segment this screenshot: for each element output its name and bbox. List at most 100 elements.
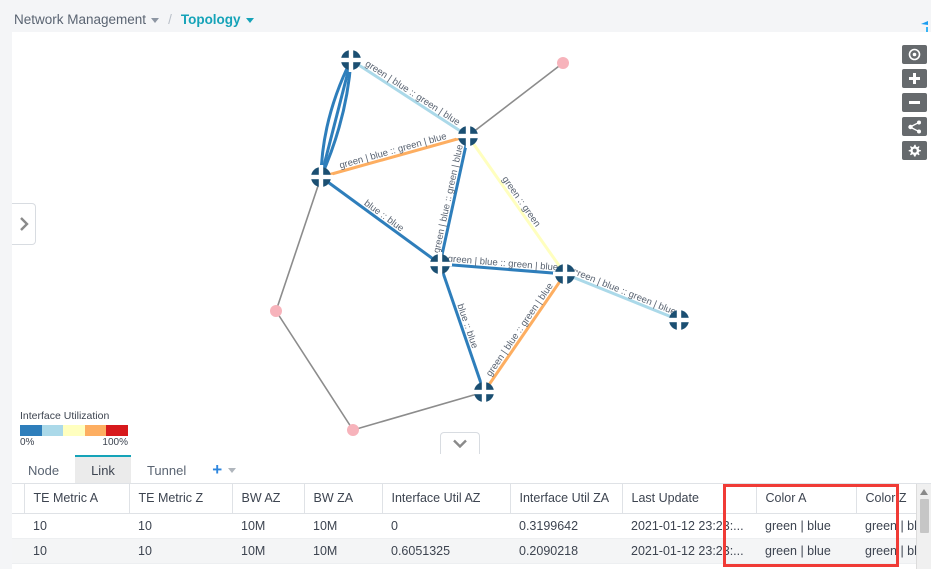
- layout-share-button[interactable]: [902, 117, 927, 136]
- add-tab-control[interactable]: +: [202, 455, 244, 483]
- tab-label: Tunnel: [146, 462, 187, 478]
- table-gutter-header: [12, 484, 25, 514]
- cell-color-a: green | blue: [756, 538, 856, 564]
- settings-button[interactable]: [902, 141, 927, 160]
- entity-tabs: Node Link Tunnel +: [12, 455, 931, 484]
- map-toolbar: [902, 45, 927, 160]
- topology-page: Network Management / Topology green | bl…: [0, 0, 931, 569]
- topology-endpoint-node[interactable]: [557, 57, 569, 69]
- link-label: green | blue :: green | blue: [338, 131, 448, 171]
- row-gutter-cell: [12, 513, 24, 539]
- column-header-interface-util-za[interactable]: Interface Util ZA: [510, 484, 623, 514]
- breadcrumb-item-topology[interactable]: Topology: [181, 12, 254, 27]
- cell-interface-util-za: 0.2090218: [510, 538, 622, 564]
- topology-router-node[interactable]: [456, 124, 480, 148]
- chevron-down-icon: [453, 439, 467, 448]
- chevron-right-icon: [19, 217, 29, 231]
- legend-band-0: [20, 425, 42, 436]
- zoom-out-button[interactable]: [902, 93, 927, 112]
- scrollbar-thumb[interactable]: [919, 499, 929, 533]
- tab-node[interactable]: Node: [12, 455, 75, 483]
- link-label: green | blue :: green | blue: [363, 59, 462, 129]
- topology-link[interactable]: [275, 310, 354, 431]
- topology-link[interactable]: [352, 391, 485, 431]
- table-row[interactable]: 10 10 10M 10M 0 0.3199642 2021-01-12 23:23:...…: [12, 513, 931, 539]
- legend-band-3: [84, 425, 107, 436]
- interface-utilization-legend: Interface Utilization 0% 100%: [20, 410, 128, 448]
- chevron-down-icon[interactable]: [245, 17, 254, 23]
- cell-last-update: 2021-01-12 23:23:...: [622, 538, 756, 564]
- link-label: green | blue :: green | blue: [571, 266, 678, 318]
- topology-endpoint-node[interactable]: [270, 305, 282, 317]
- fit-to-screen-icon: [908, 48, 921, 61]
- zoom-in-icon: [909, 73, 920, 84]
- link-label: green :: green: [499, 174, 542, 229]
- scroll-up-arrow-icon[interactable]: [920, 489, 928, 495]
- cell-bw-za: 10M: [304, 513, 382, 539]
- topology-link[interactable]: [275, 176, 322, 312]
- breadcrumb-separator: /: [168, 11, 172, 27]
- topology-link[interactable]: [467, 62, 564, 137]
- topology-router-node[interactable]: [339, 48, 363, 72]
- cell-te-metric-a: 10: [24, 513, 129, 539]
- row-gutter-cell: [12, 538, 24, 564]
- breadcrumb-item-network-management[interactable]: Network Management: [14, 11, 160, 27]
- collapse-table-button[interactable]: [440, 432, 480, 454]
- column-header-last-update[interactable]: Last Update: [622, 484, 757, 514]
- topology-graph[interactable]: green | blue :: green | bluegreen | blue…: [12, 32, 931, 455]
- legend-scale: 0% 100%: [20, 437, 128, 448]
- column-header-bw-az[interactable]: BW AZ: [232, 484, 305, 514]
- column-header-bw-za[interactable]: BW ZA: [304, 484, 383, 514]
- tab-tunnel[interactable]: Tunnel: [131, 455, 202, 483]
- table-header-row: TE Metric A TE Metric Z BW AZ BW ZA Interfac…: [12, 484, 931, 514]
- link-labels-layer: green | blue :: green | bluegreen | blue…: [338, 59, 677, 379]
- expand-side-panel-button[interactable]: [12, 203, 36, 245]
- cell-last-update: 2021-01-12 23:23:...: [622, 513, 756, 539]
- table-vertical-scrollbar[interactable]: [916, 484, 931, 569]
- link-label: green | blue :: green | blue: [431, 144, 465, 255]
- topology-canvas[interactable]: green | blue :: green | blue green | blue…: [12, 32, 931, 455]
- cell-bw-za: 10M: [304, 538, 382, 564]
- legend-min-label: 0%: [20, 437, 35, 448]
- tab-label: Link: [91, 462, 115, 478]
- legend-band-1: [41, 425, 64, 436]
- chevron-down-icon[interactable]: [228, 467, 237, 473]
- topology-endpoint-node[interactable]: [347, 424, 359, 436]
- cell-interface-util-az: 0.6051325: [382, 538, 510, 564]
- zoom-out-icon: [909, 101, 920, 104]
- link-label: blue :: blue: [454, 302, 480, 350]
- tab-link[interactable]: Link: [75, 455, 131, 483]
- legend-band-2: [63, 425, 85, 436]
- breadcrumb-root-label: Network Management: [14, 11, 147, 27]
- link-label: green | blue :: green | blue: [484, 281, 556, 379]
- topology-router-node[interactable]: [472, 380, 496, 404]
- cell-te-metric-z: 10: [129, 538, 232, 564]
- chevron-down-icon[interactable]: [151, 17, 160, 23]
- cell-te-metric-z: 10: [129, 513, 232, 539]
- column-header-te-metric-z[interactable]: TE Metric Z: [129, 484, 233, 514]
- cell-color-a: green | blue: [756, 513, 856, 539]
- links-layer: [275, 58, 680, 431]
- plus-icon[interactable]: +: [212, 461, 222, 478]
- cell-te-metric-a: 10: [24, 538, 129, 564]
- link-table-container[interactable]: TE Metric A TE Metric Z BW AZ BW ZA Interfac…: [12, 484, 931, 569]
- share-layout-icon: [907, 120, 921, 133]
- table-row[interactable]: 10 10 10M 10M 0.6051325 0.2090218 2021-01-12 2…: [12, 538, 931, 564]
- zoom-in-button[interactable]: [902, 69, 927, 88]
- column-header-interface-util-az[interactable]: Interface Util AZ: [382, 484, 511, 514]
- legend-color-bar: [20, 425, 128, 436]
- tab-label: Node: [28, 462, 60, 478]
- cell-bw-az: 10M: [232, 513, 304, 539]
- column-header-color-a[interactable]: Color A: [756, 484, 857, 514]
- column-header-te-metric-a[interactable]: TE Metric A: [24, 484, 130, 514]
- breadcrumb-current-label: Topology: [180, 11, 241, 27]
- legend-band-4: [106, 425, 128, 436]
- legend-max-label: 100%: [102, 437, 128, 448]
- cell-bw-az: 10M: [232, 538, 304, 564]
- fit-to-screen-button[interactable]: [902, 45, 927, 64]
- link-table: TE Metric A TE Metric Z BW AZ BW ZA Interfac…: [12, 484, 931, 564]
- topology-router-node[interactable]: [309, 165, 333, 189]
- settings-gear-icon: [908, 144, 921, 157]
- cell-interface-util-za: 0.3199642: [510, 513, 622, 539]
- cell-interface-util-az: 0: [382, 513, 510, 539]
